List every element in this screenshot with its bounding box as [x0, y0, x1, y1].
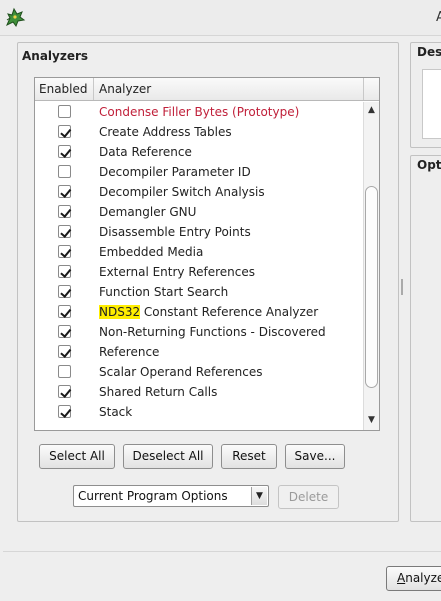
analyzer-name: Decompiler Switch Analysis	[99, 185, 265, 199]
table-row[interactable]: Data Reference	[35, 142, 363, 162]
reset-button[interactable]: Reset	[221, 444, 277, 469]
enabled-checkbox[interactable]	[58, 105, 71, 118]
analyzer-name: Disassemble Entry Points	[99, 225, 251, 239]
enabled-checkbox[interactable]	[58, 325, 71, 338]
table-corner	[363, 78, 379, 100]
analyzer-name: Shared Return Calls	[99, 385, 218, 399]
vertical-scrollbar[interactable]: ▲ ▼	[363, 102, 379, 430]
analyzers-table: Enabled Analyzer Condense Filler Bytes (…	[34, 77, 380, 431]
analyzer-name: Reference	[99, 345, 160, 359]
table-row[interactable]: Non-Returning Functions - Discovered	[35, 322, 363, 342]
enabled-checkbox[interactable]	[58, 145, 71, 158]
enabled-cell	[35, 142, 95, 162]
enabled-cell	[35, 362, 95, 382]
enabled-checkbox[interactable]	[58, 245, 71, 258]
enabled-checkbox[interactable]	[58, 405, 71, 418]
analyzer-name: Scalar Operand References	[99, 365, 263, 379]
enabled-checkbox[interactable]	[58, 285, 71, 298]
save-button[interactable]: Save...	[285, 444, 345, 469]
scrollbar-thumb[interactable]	[365, 186, 378, 388]
analyzers-panel: Analyzers Enabled Analyzer Condense Fill…	[17, 42, 399, 522]
scroll-down-arrow-icon[interactable]: ▼	[366, 414, 377, 426]
analyzer-name: External Entry References	[99, 265, 256, 279]
enabled-checkbox[interactable]	[58, 165, 71, 178]
table-row[interactable]: Create Address Tables	[35, 122, 363, 142]
enabled-checkbox[interactable]	[58, 205, 71, 218]
search-highlight: NDS32	[99, 305, 141, 319]
deselect-all-button[interactable]: Deselect All	[123, 444, 213, 469]
analyzer-name: Condense Filler Bytes (Prototype)	[99, 105, 300, 119]
analyzer-name: Create Address Tables	[99, 125, 232, 139]
enabled-checkbox[interactable]	[58, 185, 71, 198]
enabled-cell	[35, 302, 95, 322]
table-row[interactable]: Decompiler Parameter ID	[35, 162, 363, 182]
enabled-cell	[35, 322, 95, 342]
analyzer-name: NDS32 Constant Reference Analyzer	[99, 305, 319, 319]
chevron-down-icon[interactable]: ▼	[251, 487, 267, 505]
analyzer-name: Decompiler Parameter ID	[99, 165, 251, 179]
enabled-cell	[35, 122, 95, 142]
analysis-options-dialog: Analyzers Enabled Analyzer Condense Fill…	[3, 37, 441, 601]
table-row[interactable]: Demangler GNU	[35, 202, 363, 222]
enabled-checkbox[interactable]	[58, 365, 71, 378]
options-panel: Opti	[410, 155, 441, 522]
table-row[interactable]: Stack	[35, 402, 363, 422]
select-all-button[interactable]: Select All	[39, 444, 115, 469]
table-row[interactable]: Scalar Operand References	[35, 362, 363, 382]
enabled-checkbox[interactable]	[58, 385, 71, 398]
dragon-icon	[6, 7, 26, 28]
options-panel-title: Opti	[417, 158, 441, 172]
enabled-cell	[35, 102, 95, 122]
enabled-cell	[35, 382, 95, 402]
analyzer-name: Embedded Media	[99, 245, 204, 259]
table-row[interactable]: Embedded Media	[35, 242, 363, 262]
column-header-analyzer[interactable]: Analyzer	[95, 78, 363, 100]
analyze-button[interactable]: Analyze	[386, 566, 441, 591]
table-row[interactable]: Reference	[35, 342, 363, 362]
enabled-cell	[35, 402, 95, 422]
table-row[interactable]: Decompiler Switch Analysis	[35, 182, 363, 202]
enabled-checkbox[interactable]	[58, 125, 71, 138]
enabled-cell	[35, 162, 95, 182]
enabled-cell	[35, 202, 95, 222]
analyzer-name: Stack	[99, 405, 133, 419]
description-panel: Desc	[410, 42, 441, 148]
table-header: Enabled Analyzer	[35, 78, 379, 101]
enabled-cell	[35, 182, 95, 202]
analyzer-name: Demangler GNU	[99, 205, 197, 219]
analyzer-name: Function Start Search	[99, 285, 229, 299]
enabled-cell	[35, 242, 95, 262]
enabled-checkbox[interactable]	[58, 345, 71, 358]
column-header-enabled[interactable]: Enabled	[35, 78, 94, 100]
table-row[interactable]: Condense Filler Bytes (Prototype)	[35, 102, 363, 122]
window-title: A	[436, 10, 441, 25]
enabled-checkbox[interactable]	[58, 225, 71, 238]
delete-button[interactable]: Delete	[278, 485, 339, 509]
analyzer-rows: Condense Filler Bytes (Prototype) Create …	[35, 102, 363, 430]
table-row[interactable]: NDS32 Constant Reference Analyzer	[35, 302, 363, 322]
enabled-checkbox[interactable]	[58, 265, 71, 278]
enabled-checkbox[interactable]	[58, 305, 71, 318]
enabled-cell	[35, 222, 95, 242]
bottom-separator	[3, 551, 441, 552]
analyzer-name: Non-Returning Functions - Discovered	[99, 325, 326, 339]
table-row[interactable]: Disassemble Entry Points	[35, 222, 363, 242]
table-row[interactable]: External Entry References	[35, 262, 363, 282]
enabled-cell	[35, 342, 95, 362]
table-row[interactable]: Shared Return Calls	[35, 382, 363, 402]
scroll-up-arrow-icon[interactable]: ▲	[366, 104, 377, 116]
title-bar: A	[0, 0, 441, 36]
analyzers-panel-title: Analyzers	[22, 49, 89, 63]
options-select-value: Current Program Options	[78, 489, 228, 503]
split-divider[interactable]	[400, 42, 404, 522]
table-row[interactable]: Function Start Search	[35, 282, 363, 302]
analyzer-name: Data Reference	[99, 145, 192, 159]
enabled-cell	[35, 262, 95, 282]
enabled-cell	[35, 282, 95, 302]
description-panel-title: Desc	[417, 45, 441, 59]
options-select[interactable]: Current Program Options ▼	[73, 485, 269, 507]
divider-grip-icon[interactable]	[401, 279, 403, 295]
description-area	[422, 69, 441, 139]
analyze-button-label: Analyze	[397, 571, 441, 585]
